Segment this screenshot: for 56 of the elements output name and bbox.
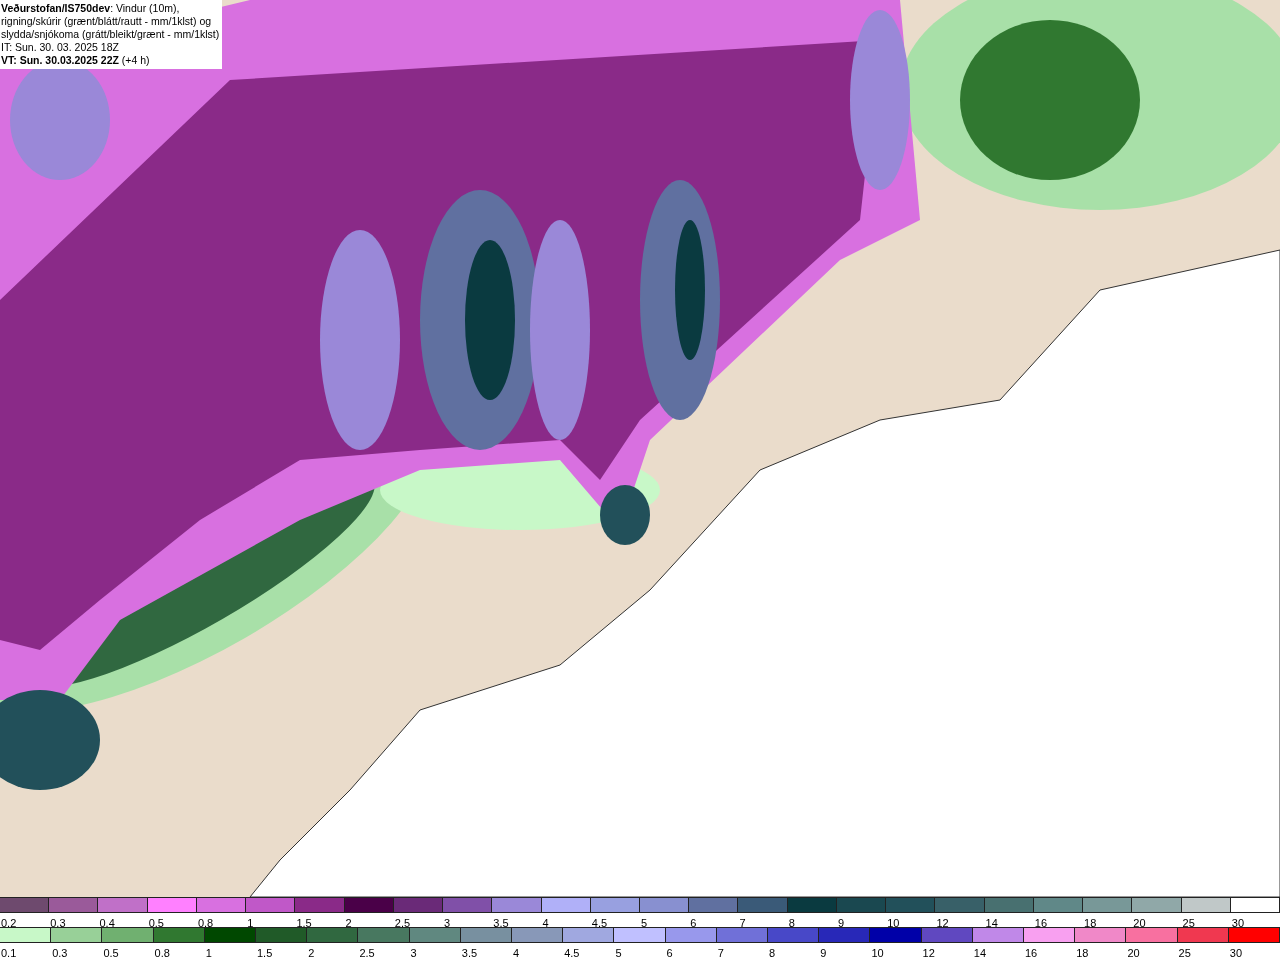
legend-label: 9 bbox=[819, 947, 827, 958]
legend-label: 25 bbox=[1177, 947, 1191, 958]
legend-label: 14 bbox=[972, 947, 987, 958]
legend-label: 2.5 bbox=[358, 947, 375, 958]
legend-label: 12 bbox=[921, 947, 935, 958]
legend-label: 1 bbox=[204, 947, 212, 958]
legend-label: 6 bbox=[689, 917, 697, 929]
legend-label: 16 bbox=[1024, 947, 1038, 958]
legend-label: 1.5 bbox=[256, 947, 273, 958]
legend-label: 16 bbox=[1033, 917, 1048, 929]
legend-label: 0.8 bbox=[153, 947, 170, 958]
legend-label: 0.2 bbox=[0, 917, 17, 929]
legend-label: 5 bbox=[614, 947, 622, 958]
legend-label: 1 bbox=[246, 917, 254, 929]
legend-label: 0.5 bbox=[102, 947, 119, 958]
legend-label: 3.5 bbox=[460, 947, 478, 958]
legend-label: 4 bbox=[541, 917, 549, 929]
legend-label: 5 bbox=[640, 917, 648, 929]
legend-label: 8 bbox=[787, 917, 795, 929]
legend-label: 0.4 bbox=[98, 917, 115, 929]
legend-label: 20 bbox=[1132, 917, 1146, 929]
legend-label: 2.5 bbox=[393, 917, 411, 929]
legend-label: 3.5 bbox=[492, 917, 509, 929]
legend-label: 18 bbox=[1075, 947, 1089, 958]
legend-label: 2 bbox=[307, 947, 315, 958]
legend-label: 0.3 bbox=[51, 947, 68, 958]
legend-label: 30 bbox=[1228, 947, 1243, 958]
caption-line: slydda/snjókoma (grátt/bleikt/grænt - mm/1klst) bbox=[1, 28, 220, 41]
legend-label: 4 bbox=[512, 947, 520, 958]
legend-label: 25 bbox=[1181, 917, 1195, 929]
legend-label: 9 bbox=[836, 917, 845, 929]
legend-label: 7 bbox=[716, 947, 724, 958]
legend-label: 0.5 bbox=[147, 917, 164, 929]
legend-label: 20 bbox=[1126, 947, 1140, 958]
legend-label: 4.5 bbox=[563, 947, 580, 958]
legend-label: 2 bbox=[344, 917, 352, 929]
legend-label: 14 bbox=[984, 917, 998, 929]
caption-line: rigning/skúrir (grænt/blátt/rautt - mm/1klst) og bbox=[1, 15, 213, 28]
legend-label: 12 bbox=[935, 917, 949, 929]
caption-line: VT: Sun. 30.03.2025 22Z (+4 h) bbox=[1, 54, 151, 67]
legend-label: 0.8 bbox=[196, 917, 214, 929]
legend-label: 0.1 bbox=[0, 947, 17, 958]
legend-label: 10 bbox=[886, 917, 900, 929]
legend-label: 1.5 bbox=[295, 917, 312, 929]
legend-label: 6 bbox=[665, 947, 673, 958]
legend-label: 4.5 bbox=[590, 917, 608, 929]
caption-line: IT: Sun. 30. 03. 2025 18Z bbox=[1, 41, 120, 54]
legend-label: 0.3 bbox=[49, 917, 66, 929]
legend-label: 18 bbox=[1083, 917, 1097, 929]
legend-label: 30 bbox=[1230, 917, 1244, 929]
caption-line: Veðurstofan/IS750dev: Vindur (10m), bbox=[1, 2, 181, 15]
legend-label: 10 bbox=[870, 947, 884, 958]
legend-label: 8 bbox=[768, 947, 776, 958]
legend-label: 3 bbox=[443, 917, 451, 929]
legend-label: 7 bbox=[738, 917, 746, 929]
legend-label: 3 bbox=[409, 947, 417, 958]
